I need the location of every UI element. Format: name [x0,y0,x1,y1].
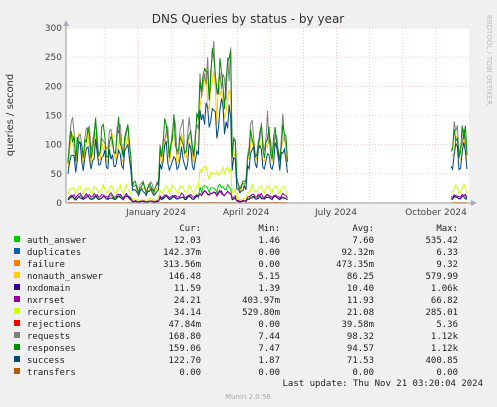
legend-avg-value: 21.08 [347,308,374,318]
legend-max-value: 285.01 [425,308,458,318]
legend-series-name: transfers [27,368,76,378]
legend-swatch [14,344,20,350]
legend-min-value: 0.00 [258,260,280,270]
legend-series-name: nxrrset [27,296,65,306]
x-tick-label: April 2024 [223,208,270,218]
legend-avg-value: 86.25 [347,272,374,282]
x-axis-arrow [471,200,477,206]
legend-cur-value: 34.14 [174,308,201,318]
legend-max-value: 6.33 [436,248,458,258]
legend-swatch [14,332,20,338]
legend-max-value: 535.42 [425,236,458,246]
legend: Cur: Min: Avg: Max: auth_answer 12.03 1.46 7.60… [14,224,459,378]
y-tick-label: 150 [45,112,62,122]
legend-cur-value: 12.03 [174,236,201,246]
legend-swatch [14,368,20,374]
y-axis-arrow [63,20,69,26]
legend-swatch [14,296,20,302]
legend-header-min: Min: [258,224,280,234]
legend-min-value: 1.46 [258,236,280,246]
legend-avg-value: 94.57 [347,344,374,354]
legend-max-value: 5.36 [436,320,458,330]
legend-swatch [14,284,20,290]
legend-cur-value: 313.56m [163,260,201,270]
legend-series-name: nxdomain [27,284,70,294]
legend-avg-value: 98.32 [347,332,374,342]
legend-cur-value: 11.59 [174,284,201,294]
legend-cur-value: 159.06 [168,344,201,354]
legend-min-value: 7.44 [258,332,280,342]
munin-version: Munin 2.0.56 [225,393,271,401]
legend-swatch [14,260,20,266]
legend-series-name: rejections [27,320,81,330]
legend-max-value: 579.99 [425,272,458,282]
chart-title: DNS Queries by status - by year [152,12,345,26]
legend-max-value: 66.82 [431,296,458,306]
legend-series-name: responses [27,344,76,354]
y-axis-label: queries / second [5,74,16,156]
legend-avg-value: 11.93 [347,296,374,306]
y-tick-label: 50 [51,170,63,180]
legend-max-value: 9.32 [436,260,458,270]
legend-series-name: failure [27,260,65,270]
legend-series-name: success [27,356,65,366]
legend-series-name: auth_answer [27,236,87,246]
legend-swatch [14,356,20,362]
legend-cur-value: 146.48 [168,272,201,282]
x-tick-label: July 2024 [314,208,357,218]
legend-avg-value: 10.40 [347,284,374,294]
legend-avg-value: 7.60 [352,236,374,246]
legend-cur-value: 24.21 [174,296,201,306]
legend-series-name: requests [27,332,70,342]
legend-header-avg: Avg: [352,224,374,234]
chart-canvas: DNS Queries by status - by year queries … [5,12,493,401]
legend-min-value: 7.47 [258,344,280,354]
x-tick-label: October 2024 [405,208,467,218]
legend-header-max: Max: [436,224,458,234]
x-tick-label: January 2024 [125,208,186,218]
legend-max-value: 0.00 [436,368,458,378]
legend-avg-value: 92.32m [341,248,374,258]
legend-avg-value: 473.35m [336,260,374,270]
legend-min-value: 0.00 [258,368,280,378]
legend-series-name: recursion [27,308,76,318]
legend-min-value: 5.15 [258,272,280,282]
legend-min-value: 1.39 [258,284,280,294]
legend-cur-value: 142.37m [163,248,201,258]
rrdtool-side-label: RRDTOOL / TOBI OETIKER [485,15,493,105]
legend-swatch [14,248,20,254]
legend-min-value: 403.97m [242,296,280,306]
legend-avg-value: 0.00 [352,368,374,378]
legend-cur-value: 47.84m [168,320,201,330]
legend-min-value: 0.00 [258,248,280,258]
legend-min-value: 1.87 [258,356,280,366]
legend-min-value: 529.80m [242,308,280,318]
legend-series-name: duplicates [27,248,81,258]
last-update: Last update: Thu Nov 21 03:20:04 2024 [283,379,483,389]
legend-header-cur: Cur: [179,224,201,234]
legend-max-value: 1.12k [431,332,459,342]
legend-avg-value: 71.53 [347,356,374,366]
legend-cur-value: 122.70 [168,356,201,366]
legend-series-name: nonauth_answer [27,272,103,282]
legend-cur-value: 0.00 [179,368,201,378]
legend-avg-value: 39.58m [341,320,374,330]
legend-swatch [14,308,20,314]
legend-cur-value: 168.80 [168,332,201,342]
legend-max-value: 400.85 [425,356,458,366]
legend-min-value: 0.00 [258,320,280,330]
legend-swatch [14,236,20,242]
y-tick-label: 200 [45,82,62,92]
y-tick-label: 100 [45,141,62,151]
legend-swatch [14,320,20,326]
y-tick-label: 300 [45,24,62,34]
legend-max-value: 1.12k [431,344,459,354]
y-tick-label: 250 [45,53,62,63]
y-tick-label: 0 [56,199,62,209]
legend-swatch [14,272,20,278]
legend-max-value: 1.06k [431,284,459,294]
